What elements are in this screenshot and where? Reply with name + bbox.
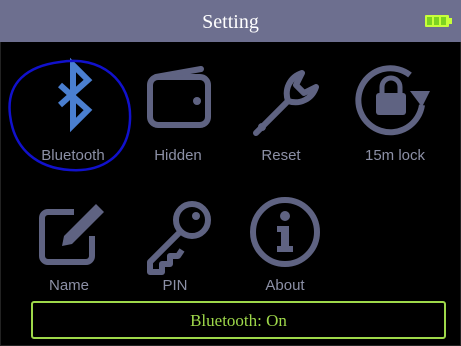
key-icon xyxy=(147,201,211,275)
battery-full-icon xyxy=(425,15,452,27)
menu-item-about[interactable]: About xyxy=(230,190,340,305)
wrench-icon xyxy=(253,70,319,136)
menu-item-label: About xyxy=(265,277,305,294)
menu-item-label: Bluetooth xyxy=(41,147,105,164)
edit-icon xyxy=(39,204,104,265)
status-box: Bluetooth: On xyxy=(31,301,446,339)
menu-item-name[interactable]: Name xyxy=(14,190,124,305)
menu-item-reset[interactable]: Reset xyxy=(226,55,336,170)
info-icon xyxy=(250,197,320,267)
title-bar: Setting xyxy=(0,0,461,42)
menu-item-label: 15m lock xyxy=(364,147,426,164)
menu-item-label: Reset xyxy=(261,147,301,164)
menu-item-label: Hidden xyxy=(154,147,202,164)
menu-item-pin[interactable]: PIN xyxy=(120,190,230,305)
menu-item-label: Name xyxy=(48,277,89,294)
menu-item-bluetooth[interactable]: Bluetooth xyxy=(18,55,128,170)
lock-rotate-icon xyxy=(355,65,430,136)
page-title: Setting xyxy=(202,11,259,33)
status-text: Bluetooth: On xyxy=(190,311,287,330)
wallet-icon xyxy=(147,66,211,128)
bluetooth-icon xyxy=(58,57,93,133)
menu-item-label: PIN xyxy=(162,277,188,294)
menu-item-15m-lock[interactable]: 15m lock xyxy=(340,55,450,170)
menu-item-hidden[interactable]: Hidden xyxy=(123,55,233,170)
